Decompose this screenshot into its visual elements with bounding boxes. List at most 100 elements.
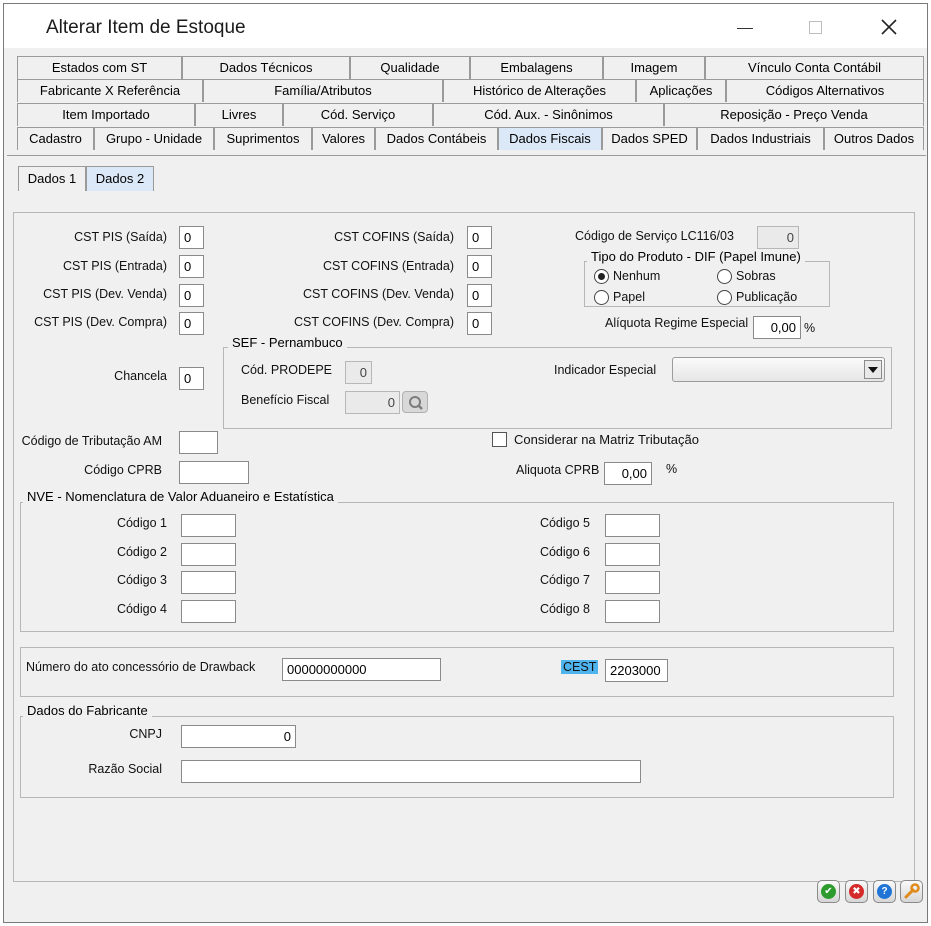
cancel-icon: ✖ bbox=[849, 884, 864, 899]
drawback-label: Número do ato concessório de Drawback bbox=[26, 660, 256, 674]
minimize-icon bbox=[737, 27, 753, 29]
nve-codigo-3-field[interactable] bbox=[181, 571, 236, 594]
tab-cod-servico[interactable]: Cód. Serviço bbox=[283, 103, 433, 126]
cst-pis-entrada-field[interactable]: 0 bbox=[179, 255, 204, 278]
tab-codigos-alternativos[interactable]: Códigos Alternativos bbox=[726, 79, 924, 102]
cancel-button[interactable]: ✖ bbox=[845, 880, 868, 903]
nve-codigo-8-field[interactable] bbox=[605, 600, 660, 623]
tributacao-am-label: Código de Tributação AM bbox=[21, 434, 162, 448]
window: Alterar Item de Estoque Estados com ST D… bbox=[3, 3, 928, 923]
minimize-button[interactable] bbox=[730, 14, 760, 40]
tab-dados-industriais[interactable]: Dados Industriais bbox=[697, 127, 824, 150]
nve-codigo-8-label: Código 8 bbox=[539, 602, 590, 616]
prodepe-field[interactable]: 0 bbox=[345, 361, 372, 384]
cst-pis-saida-label: CST PIS (Saída) bbox=[74, 230, 167, 244]
tab-valores[interactable]: Valores bbox=[312, 127, 375, 150]
chancela-field[interactable]: 0 bbox=[179, 367, 204, 390]
nve-codigo-7-field[interactable] bbox=[605, 571, 660, 594]
nve-codigo-2-field[interactable] bbox=[181, 543, 236, 566]
cst-cofins-entrada-field[interactable]: 0 bbox=[467, 255, 492, 278]
tab-imagem[interactable]: Imagem bbox=[603, 56, 705, 79]
razao-social-field[interactable] bbox=[181, 760, 641, 783]
tab-vinculo-conta[interactable]: Vínculo Conta Contábil bbox=[705, 56, 924, 79]
tab-dados-tecnicos[interactable]: Dados Técnicos bbox=[182, 56, 350, 79]
chevron-down-icon[interactable] bbox=[864, 360, 882, 379]
radio-publicacao-label: Publicação bbox=[736, 290, 798, 304]
aliquota-regime-label: Alíquota Regime Especial bbox=[605, 316, 749, 330]
radio-nenhum-label: Nenhum bbox=[613, 269, 661, 283]
maximize-button[interactable] bbox=[800, 14, 830, 40]
tab-dados-fiscais[interactable]: Dados Fiscais bbox=[498, 127, 602, 150]
tab-familia-atributos[interactable]: Família/Atributos bbox=[203, 79, 443, 102]
tab-embalagens[interactable]: Embalagens bbox=[470, 56, 603, 79]
cest-label: CEST bbox=[561, 660, 599, 674]
tab-dados-sped[interactable]: Dados SPED bbox=[602, 127, 697, 150]
radio-sobras-label: Sobras bbox=[736, 269, 776, 283]
cest-field[interactable]: 2203000 bbox=[605, 659, 668, 682]
aliquota-regime-field[interactable]: 0,00 bbox=[753, 316, 801, 339]
ok-icon: ✔ bbox=[821, 884, 836, 899]
tributacao-am-field[interactable] bbox=[179, 431, 218, 454]
window-title: Alterar Item de Estoque bbox=[46, 17, 246, 38]
radio-papel[interactable] bbox=[594, 290, 609, 305]
radio-nenhum[interactable] bbox=[594, 269, 609, 284]
chancela-label: Chancela bbox=[114, 369, 167, 383]
title-bar: Alterar Item de Estoque bbox=[4, 4, 927, 48]
cnpj-field[interactable]: 0 bbox=[181, 725, 296, 748]
tab-dados-contabeis[interactable]: Dados Contábeis bbox=[375, 127, 498, 150]
nve-codigo-4-label: Código 4 bbox=[116, 602, 167, 616]
codigo-servico-field[interactable]: 0 bbox=[757, 226, 799, 249]
cst-pis-saida-field[interactable]: 0 bbox=[179, 226, 204, 249]
subtab-dados-1[interactable]: Dados 1 bbox=[18, 166, 86, 191]
cst-cofins-saida-field[interactable]: 0 bbox=[467, 226, 492, 249]
cprb-field[interactable] bbox=[179, 461, 249, 484]
wrench-icon bbox=[904, 883, 920, 899]
beneficio-field[interactable]: 0 bbox=[345, 391, 400, 414]
nve-codigo-4-field[interactable] bbox=[181, 600, 236, 623]
prodepe-label: Cód. PRODEPE bbox=[241, 363, 333, 377]
indicador-especial-select[interactable] bbox=[672, 357, 885, 382]
nve-codigo-1-label: Código 1 bbox=[116, 516, 167, 530]
radio-publicacao[interactable] bbox=[717, 290, 732, 305]
aliquota-regime-unit: % bbox=[804, 321, 816, 335]
tab-outros-dados[interactable]: Outros Dados bbox=[824, 127, 924, 150]
tab-estados-st[interactable]: Estados com ST bbox=[17, 56, 182, 79]
tab-reposicao-preco[interactable]: Reposição - Preço Venda bbox=[664, 103, 924, 126]
subtab-dados-2[interactable]: Dados 2 bbox=[86, 166, 154, 191]
tab-fabricante-referencia[interactable]: Fabricante X Referência bbox=[17, 79, 203, 102]
matriz-tributacao-checkbox[interactable] bbox=[492, 432, 507, 447]
close-button[interactable] bbox=[874, 14, 904, 40]
tab-livres[interactable]: Livres bbox=[195, 103, 283, 126]
tab-aplicacoes[interactable]: Aplicações bbox=[636, 79, 726, 102]
ok-button[interactable]: ✔ bbox=[817, 880, 840, 903]
tab-suprimentos[interactable]: Suprimentos bbox=[214, 127, 312, 150]
cst-pis-dev-venda-label: CST PIS (Dev. Venda) bbox=[43, 287, 167, 301]
codigo-servico-label: Código de Serviço LC116/03 bbox=[575, 229, 734, 243]
tab-cadastro[interactable]: Cadastro bbox=[17, 127, 94, 150]
aliquota-cprb-unit: % bbox=[666, 462, 678, 476]
tab-grupo-unidade[interactable]: Grupo - Unidade bbox=[94, 127, 214, 150]
tab-qualidade[interactable]: Qualidade bbox=[350, 56, 470, 79]
tab-item-importado[interactable]: Item Importado bbox=[17, 103, 195, 126]
help-button[interactable]: ? bbox=[873, 880, 896, 903]
tab-historico-alteracoes[interactable]: Histórico de Alterações bbox=[443, 79, 636, 102]
radio-sobras[interactable] bbox=[717, 269, 732, 284]
magnifier-icon bbox=[409, 396, 423, 410]
nve-codigo-5-field[interactable] bbox=[605, 514, 660, 537]
cst-pis-dev-compra-field[interactable]: 0 bbox=[179, 312, 204, 335]
cst-cofins-dev-compra-label: CST COFINS (Dev. Compra) bbox=[294, 315, 454, 329]
nve-codigo-6-field[interactable] bbox=[605, 543, 660, 566]
tab-cod-aux-sinonimos[interactable]: Cód. Aux. - Sinônimos bbox=[433, 103, 664, 126]
cst-cofins-dev-venda-field[interactable]: 0 bbox=[467, 284, 492, 307]
aliquota-cprb-field[interactable]: 0,00 bbox=[604, 462, 652, 485]
help-icon: ? bbox=[877, 884, 892, 899]
cst-pis-dev-venda-field[interactable]: 0 bbox=[179, 284, 204, 307]
beneficio-lookup-button[interactable] bbox=[402, 391, 428, 413]
cst-pis-dev-compra-label: CST PIS (Dev. Compra) bbox=[34, 315, 167, 329]
drawback-field[interactable]: 00000000000 bbox=[282, 658, 441, 681]
matriz-tributacao-label: Considerar na Matriz Tributação bbox=[514, 432, 699, 447]
cst-cofins-dev-venda-label: CST COFINS (Dev. Venda) bbox=[303, 287, 454, 301]
tools-button[interactable] bbox=[900, 880, 923, 903]
cst-cofins-dev-compra-field[interactable]: 0 bbox=[467, 312, 492, 335]
nve-codigo-1-field[interactable] bbox=[181, 514, 236, 537]
